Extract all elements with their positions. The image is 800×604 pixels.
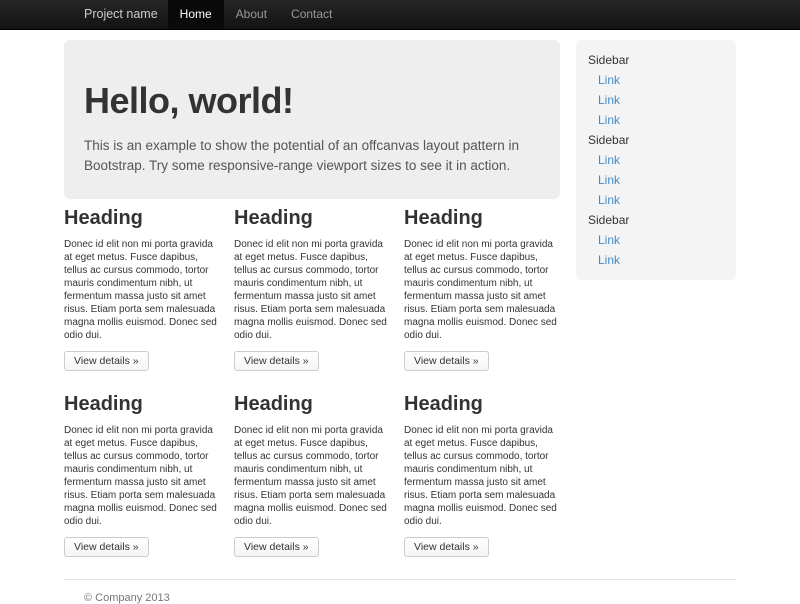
card: Heading Donec id elit non mi porta gravi… <box>64 385 220 557</box>
sidebar-panel: Sidebar Link Link Link Sidebar Link Link… <box>576 40 736 280</box>
view-details-button[interactable]: View details » <box>234 537 319 557</box>
card-heading: Heading <box>64 393 220 416</box>
sidebar-heading: Sidebar <box>588 210 724 230</box>
sidebar-link[interactable]: Link <box>588 170 724 190</box>
nav-item-home[interactable]: Home <box>168 0 224 29</box>
card-heading: Heading <box>404 393 560 416</box>
card-body-text: Donec id elit non mi porta gravida at eg… <box>404 424 560 528</box>
view-details-button[interactable]: View details » <box>234 351 319 371</box>
nav-item-about[interactable]: About <box>224 0 279 29</box>
card: Heading Donec id elit non mi porta gravi… <box>234 199 390 371</box>
sidebar-column: Sidebar Link Link Link Sidebar Link Link… <box>568 40 736 557</box>
page-container: Hello, world! This is an example to show… <box>64 40 736 604</box>
content-row: Hello, world! This is an example to show… <box>64 40 736 557</box>
sidebar-link[interactable]: Link <box>588 250 724 270</box>
sidebar-link[interactable]: Link <box>588 70 724 90</box>
view-details-button[interactable]: View details » <box>64 351 149 371</box>
sidebar-heading: Sidebar <box>588 50 724 70</box>
sidebar-link[interactable]: Link <box>588 230 724 250</box>
cards-row-2: Heading Donec id elit non mi porta gravi… <box>64 385 560 557</box>
nav-item-contact[interactable]: Contact <box>279 0 344 29</box>
card-body-text: Donec id elit non mi porta gravida at eg… <box>234 238 390 342</box>
footer: © Company 2013 <box>64 592 736 604</box>
card-body-text: Donec id elit non mi porta gravida at eg… <box>64 238 220 342</box>
card: Heading Donec id elit non mi porta gravi… <box>234 385 390 557</box>
card-heading: Heading <box>234 393 390 416</box>
brand-link[interactable]: Project name <box>64 0 168 29</box>
sidebar-heading: Sidebar <box>588 130 724 150</box>
card-heading: Heading <box>64 207 220 230</box>
top-navbar: Project name Home About Contact <box>0 0 800 30</box>
copyright-text: © Company 2013 <box>64 592 736 604</box>
card: Heading Donec id elit non mi porta gravi… <box>64 199 220 371</box>
sidebar-section: Sidebar Link Link Link <box>588 50 724 130</box>
view-details-button[interactable]: View details » <box>64 537 149 557</box>
main-column: Hello, world! This is an example to show… <box>64 40 568 557</box>
sidebar-section: Sidebar Link Link <box>588 210 724 270</box>
card-heading: Heading <box>234 207 390 230</box>
navbar-inner: Project name Home About Contact <box>64 0 736 29</box>
card-body-text: Donec id elit non mi porta gravida at eg… <box>404 238 560 342</box>
cards-row-1: Heading Donec id elit non mi porta gravi… <box>64 199 560 371</box>
card: Heading Donec id elit non mi porta gravi… <box>404 199 560 371</box>
sidebar-link[interactable]: Link <box>588 110 724 130</box>
view-details-button[interactable]: View details » <box>404 537 489 557</box>
card-body-text: Donec id elit non mi porta gravida at eg… <box>64 424 220 528</box>
sidebar-link[interactable]: Link <box>588 90 724 110</box>
jumbotron: Hello, world! This is an example to show… <box>64 40 560 199</box>
view-details-button[interactable]: View details » <box>404 351 489 371</box>
card-heading: Heading <box>404 207 560 230</box>
sidebar-link[interactable]: Link <box>588 190 724 210</box>
sidebar-link[interactable]: Link <box>588 150 724 170</box>
hero-title: Hello, world! <box>84 80 540 122</box>
hero-description: This is an example to show the potential… <box>84 136 524 177</box>
content-divider <box>64 579 736 580</box>
card: Heading Donec id elit non mi porta gravi… <box>404 385 560 557</box>
card-body-text: Donec id elit non mi porta gravida at eg… <box>234 424 390 528</box>
sidebar-section: Sidebar Link Link Link <box>588 130 724 210</box>
navbar-menu: Home About Contact <box>168 0 345 29</box>
